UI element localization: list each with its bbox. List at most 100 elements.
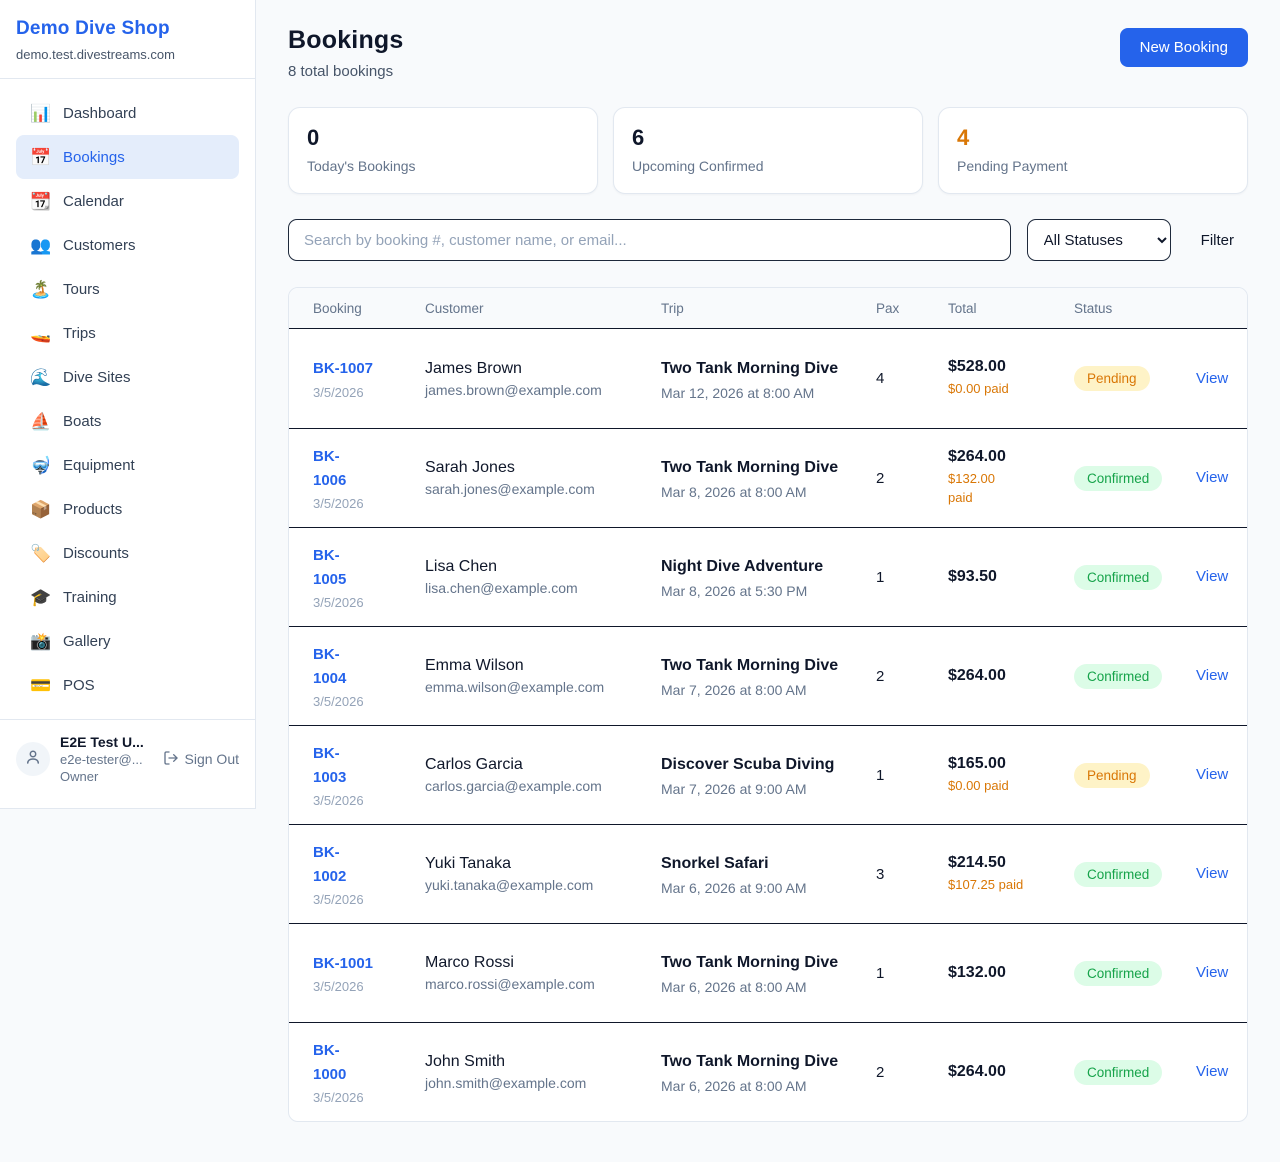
customer-email: john.smith@example.com bbox=[425, 1075, 651, 1091]
person-icon bbox=[24, 748, 42, 771]
table-header-row: Booking Customer Trip Pax Total Status bbox=[289, 288, 1247, 329]
booking-link[interactable]: BK-1004 bbox=[313, 643, 346, 690]
people-icon: 👥 bbox=[30, 237, 50, 254]
booking-link[interactable]: BK-1003 bbox=[313, 742, 346, 789]
pax-count: 2 bbox=[876, 470, 948, 487]
pax-count: 4 bbox=[876, 370, 948, 387]
sidebar-item-equipment[interactable]: 🤿 Equipment bbox=[16, 443, 239, 487]
stat-card: 6 Upcoming Confirmed bbox=[613, 107, 923, 194]
table-row: BK-1007 3/5/2026 James Brown james.brown… bbox=[289, 329, 1247, 428]
status-badge: Confirmed bbox=[1074, 961, 1162, 986]
trip-datetime: Mar 8, 2026 at 8:00 AM bbox=[661, 484, 866, 500]
customer-email: yuki.tanaka@example.com bbox=[425, 877, 651, 893]
booking-link[interactable]: BK-1001 bbox=[313, 952, 373, 975]
total-amount: $264.00 bbox=[948, 1063, 1064, 1081]
sailboat-icon: ⛵ bbox=[30, 413, 50, 430]
booking-date: 3/5/2026 bbox=[313, 979, 415, 994]
paid-amount: $0.00 paid bbox=[948, 777, 1064, 796]
column-header-total: Total bbox=[948, 301, 1074, 316]
brand-domain: demo.test.divestreams.com bbox=[16, 47, 239, 62]
camera-icon: 📸 bbox=[30, 633, 50, 650]
table-row: BK-1002 3/5/2026 Yuki Tanaka yuki.tanaka… bbox=[289, 824, 1247, 923]
pax-count: 1 bbox=[876, 965, 948, 982]
column-header-booking: Booking bbox=[313, 301, 425, 316]
tag-icon: 🏷️ bbox=[30, 545, 50, 562]
sidebar-item-label: Customers bbox=[63, 237, 136, 254]
sidebar-item-customers[interactable]: 👥 Customers bbox=[16, 223, 239, 267]
view-link[interactable]: View bbox=[1196, 964, 1228, 981]
sidebar-item-pos[interactable]: 💳 POS bbox=[16, 663, 239, 707]
sidebar-item-label: Equipment bbox=[63, 457, 135, 474]
trip-datetime: Mar 6, 2026 at 8:00 AM bbox=[661, 1078, 866, 1094]
brand-name: Demo Dive Shop bbox=[16, 18, 239, 40]
stat-card: 0 Today's Bookings bbox=[288, 107, 598, 194]
trip-name: Two Tank Morning Dive bbox=[661, 654, 866, 678]
filter-button[interactable]: Filter bbox=[1187, 232, 1248, 249]
credit-card-icon: 💳 bbox=[30, 677, 50, 694]
sidebar-item-tours[interactable]: 🏝️ Tours bbox=[16, 267, 239, 311]
user-box: E2E Test U... e2e-tester@... Owner Sign … bbox=[0, 719, 255, 808]
pax-count: 2 bbox=[876, 668, 948, 685]
sidebar-item-discounts[interactable]: 🏷️ Discounts bbox=[16, 531, 239, 575]
trip-datetime: Mar 6, 2026 at 9:00 AM bbox=[661, 880, 866, 896]
sidebar-item-gallery[interactable]: 📸 Gallery bbox=[16, 619, 239, 663]
sidebar-item-products[interactable]: 📦 Products bbox=[16, 487, 239, 531]
page-title: Bookings bbox=[288, 26, 404, 55]
page-header: Bookings 8 total bookings New Booking bbox=[288, 26, 1248, 80]
calendar-date-icon: 📅 bbox=[30, 149, 50, 166]
booking-link[interactable]: BK-1005 bbox=[313, 544, 346, 591]
bookings-table: Booking Customer Trip Pax Total Status B… bbox=[288, 287, 1248, 1122]
view-link[interactable]: View bbox=[1196, 667, 1228, 684]
trip-name: Two Tank Morning Dive bbox=[661, 357, 866, 381]
column-header-trip: Trip bbox=[661, 301, 876, 316]
view-link[interactable]: View bbox=[1196, 865, 1228, 882]
stat-label: Upcoming Confirmed bbox=[632, 158, 904, 174]
trip-datetime: Mar 8, 2026 at 5:30 PM bbox=[661, 583, 866, 599]
view-link[interactable]: View bbox=[1196, 568, 1228, 585]
booking-link[interactable]: BK-1000 bbox=[313, 1039, 346, 1086]
stat-label: Pending Payment bbox=[957, 158, 1229, 174]
new-booking-button[interactable]: New Booking bbox=[1120, 28, 1248, 67]
sidebar-item-dashboard[interactable]: 📊 Dashboard bbox=[16, 91, 239, 135]
status-badge: Confirmed bbox=[1074, 565, 1162, 590]
bar-chart-icon: 📊 bbox=[30, 105, 50, 122]
total-amount: $165.00 bbox=[948, 755, 1064, 773]
view-link[interactable]: View bbox=[1196, 1063, 1228, 1080]
sidebar-item-label: Training bbox=[63, 589, 117, 606]
customer-name: Marco Rossi bbox=[425, 954, 651, 972]
user-role: Owner bbox=[60, 769, 153, 784]
sidebar-item-label: Tours bbox=[63, 281, 100, 298]
sidebar-item-dive-sites[interactable]: 🌊 Dive Sites bbox=[16, 355, 239, 399]
booking-link[interactable]: BK-1002 bbox=[313, 841, 346, 888]
search-input[interactable] bbox=[288, 219, 1011, 261]
booking-link[interactable]: BK-1006 bbox=[313, 445, 346, 492]
trip-name: Snorkel Safari bbox=[661, 852, 866, 876]
booking-link[interactable]: BK-1007 bbox=[313, 357, 373, 380]
status-filter-select[interactable]: All Statuses bbox=[1027, 219, 1171, 261]
sidebar-item-label: Dashboard bbox=[63, 105, 136, 122]
paid-amount: $132.00paid bbox=[948, 470, 1064, 508]
view-link[interactable]: View bbox=[1196, 370, 1228, 387]
pax-count: 1 bbox=[876, 767, 948, 784]
trip-name: Night Dive Adventure bbox=[661, 555, 866, 579]
sidebar-item-calendar[interactable]: 📆 Calendar bbox=[16, 179, 239, 223]
sidebar-item-training[interactable]: 🎓 Training bbox=[16, 575, 239, 619]
customer-name: John Smith bbox=[425, 1053, 651, 1071]
view-link[interactable]: View bbox=[1196, 469, 1228, 486]
total-amount: $528.00 bbox=[948, 358, 1064, 376]
sidebar-item-boats[interactable]: ⛵ Boats bbox=[16, 399, 239, 443]
sign-out-button[interactable]: Sign Out bbox=[163, 750, 239, 769]
trip-name: Two Tank Morning Dive bbox=[661, 951, 866, 975]
sidebar-item-trips[interactable]: 🚤 Trips bbox=[16, 311, 239, 355]
stats-row: 0 Today's Bookings 6 Upcoming Confirmed … bbox=[288, 107, 1248, 194]
total-amount: $264.00 bbox=[948, 667, 1064, 685]
sidebar-item-bookings[interactable]: 📅 Bookings bbox=[16, 135, 239, 179]
total-amount: $93.50 bbox=[948, 568, 1064, 586]
sidebar-item-label: Gallery bbox=[63, 633, 111, 650]
main-content: Bookings 8 total bookings New Booking 0 … bbox=[256, 0, 1280, 1154]
customer-email: sarah.jones@example.com bbox=[425, 481, 651, 497]
column-header-pax: Pax bbox=[876, 301, 948, 316]
view-link[interactable]: View bbox=[1196, 766, 1228, 783]
sidebar-nav: 📊 Dashboard 📅 Bookings 📆 Calendar 👥 Cust… bbox=[0, 79, 255, 711]
customer-name: Lisa Chen bbox=[425, 558, 651, 576]
